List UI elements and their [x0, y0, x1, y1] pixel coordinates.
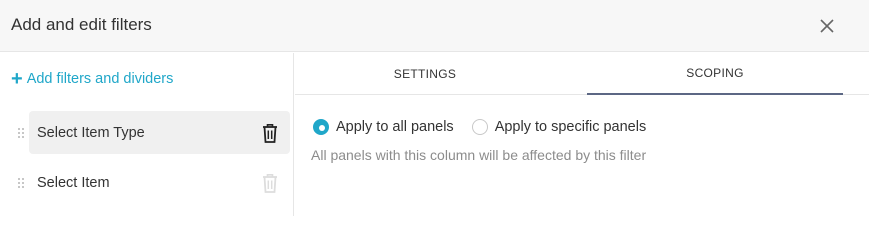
plus-icon: +: [11, 68, 23, 90]
filter-item-select-item-type[interactable]: Select Item Type: [18, 111, 290, 154]
filter-label: Select Item: [37, 174, 110, 191]
radio-apply-specific-panels[interactable]: Apply to specific panels: [471, 119, 647, 135]
close-button[interactable]: [817, 16, 837, 36]
add-filters-link[interactable]: + Add filters and dividers: [11, 68, 174, 90]
close-icon: [820, 19, 834, 33]
radio-label: Apply to all panels: [336, 119, 454, 135]
radio-apply-all-panels[interactable]: Apply to all panels: [313, 119, 454, 135]
modal-header: Add and edit filters: [0, 0, 869, 52]
radio-label: Apply to specific panels: [494, 119, 647, 135]
filter-config-panel: SETTINGS SCOPING Apply to all panels App…: [295, 53, 869, 216]
tab-scoping[interactable]: SCOPING: [587, 53, 843, 95]
drag-handle-icon[interactable]: [17, 127, 25, 139]
modal-title: Add and edit filters: [11, 15, 152, 34]
filter-label: Select Item Type: [37, 124, 145, 141]
scoping-hint: All panels with this column will be affe…: [311, 147, 647, 163]
radio-button-checked[interactable]: [313, 119, 329, 135]
tab-settings[interactable]: SETTINGS: [295, 53, 555, 95]
radio-button-unchecked[interactable]: [471, 119, 488, 135]
filter-list-panel: + Add filters and dividers Select Item T…: [0, 53, 294, 216]
filter-item-select-item[interactable]: Select Item: [18, 161, 290, 204]
config-tabs: SETTINGS SCOPING: [295, 53, 869, 95]
trash-icon[interactable]: [260, 122, 280, 144]
drag-handle-icon[interactable]: [17, 177, 25, 189]
trash-icon[interactable]: [260, 172, 280, 194]
add-filters-label: Add filters and dividers: [26, 71, 174, 87]
scoping-radio-group: Apply to all panels Apply to specific pa…: [313, 119, 664, 135]
